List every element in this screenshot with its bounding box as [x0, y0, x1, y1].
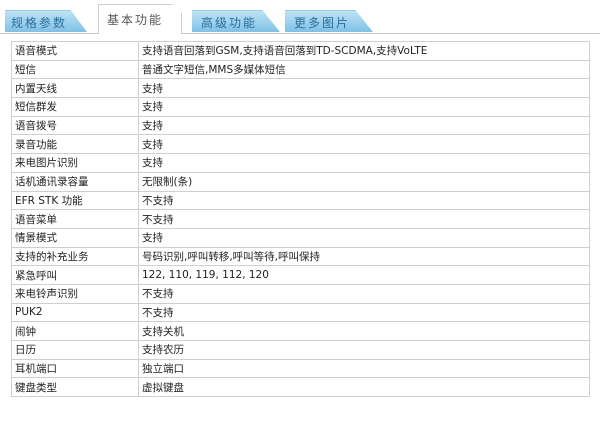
row-value: 支持语音回落到GSM,支持语音回落到TD-SCDMA,支持VoLTE [138, 41, 590, 61]
table-row: 紧急呼叫 122, 110, 119, 112, 120 [11, 265, 590, 285]
row-value: 支持 [138, 227, 590, 248]
row-value: 122, 110, 119, 112, 120 [138, 265, 590, 285]
row-value: 支持 [138, 134, 590, 155]
row-label: 键盘类型 [11, 377, 139, 398]
row-label: 短信群发 [11, 97, 139, 117]
table-row: PUK2 不支持 [11, 302, 590, 323]
row-label: 闹钟 [11, 321, 139, 341]
spec-table: 语音模式 支持语音回落到GSM,支持语音回落到TD-SCDMA,支持VoLTE 短信… [11, 41, 590, 398]
table-row: 话机通讯录容量 无限制(条) [11, 171, 590, 192]
row-value: 不支持 [138, 283, 590, 304]
table-row: 内置天线 支持 [11, 78, 590, 99]
row-value: 无限制(条) [138, 171, 590, 192]
row-label: PUK2 [11, 302, 139, 323]
table-row: 情景模式 支持 [11, 227, 590, 248]
row-label: 语音拨号 [11, 115, 139, 136]
row-value: 支持关机 [138, 321, 590, 341]
row-label: 支持的补充业务 [11, 246, 139, 267]
row-value: 支持 [138, 78, 590, 99]
table-row: 语音菜单 不支持 [11, 209, 590, 229]
table-row: 日历 支持农历 [11, 340, 590, 360]
row-value: 独立端口 [138, 358, 590, 379]
row-value: 普通文字短信,MMS多媒体短信 [138, 59, 590, 80]
row-value: 支持 [138, 97, 590, 117]
row-label: EFR STK 功能 [11, 190, 139, 211]
tab-specs[interactable]: 规格参数 [5, 10, 87, 32]
tab-basic-functions[interactable]: 基本功能 [98, 4, 182, 34]
table-row: 语音拨号 支持 [11, 115, 590, 136]
table-row: 耳机端口 独立端口 [11, 358, 590, 379]
row-label: 情景模式 [11, 227, 139, 248]
tab-more-pictures[interactable]: 更多图片 [285, 10, 373, 32]
row-value: 不支持 [138, 209, 590, 229]
row-label: 语音模式 [11, 41, 139, 61]
row-value: 不支持 [138, 302, 590, 323]
table-row: 录音功能 支持 [11, 134, 590, 155]
table-row: 支持的补充业务 号码识别,呼叫转移,呼叫等待,呼叫保持 [11, 246, 590, 267]
row-label: 来电图片识别 [11, 153, 139, 173]
table-row: 键盘类型 虚拟键盘 [11, 377, 590, 398]
row-label: 录音功能 [11, 134, 139, 155]
row-label: 短信 [11, 59, 139, 80]
row-label: 耳机端口 [11, 358, 139, 379]
row-label: 话机通讯录容量 [11, 171, 139, 192]
row-value: 不支持 [138, 190, 590, 211]
table-row: 来电图片识别 支持 [11, 153, 590, 173]
table-row: 短信群发 支持 [11, 97, 590, 117]
table-row: EFR STK 功能 不支持 [11, 190, 590, 211]
row-label: 日历 [11, 340, 139, 360]
table-row: 短信 普通文字短信,MMS多媒体短信 [11, 59, 590, 80]
row-value: 支持 [138, 153, 590, 173]
row-label: 语音菜单 [11, 209, 139, 229]
row-value: 支持农历 [138, 340, 590, 360]
table-row: 来电铃声识别 不支持 [11, 283, 590, 304]
table-row: 语音模式 支持语音回落到GSM,支持语音回落到TD-SCDMA,支持VoLTE [11, 41, 590, 61]
row-label: 紧急呼叫 [11, 265, 139, 285]
row-label: 内置天线 [11, 78, 139, 99]
row-value: 号码识别,呼叫转移,呼叫等待,呼叫保持 [138, 246, 590, 267]
tab-advanced-functions[interactable]: 高级功能 [192, 10, 280, 32]
row-label: 来电铃声识别 [11, 283, 139, 304]
row-value: 虚拟键盘 [138, 377, 590, 398]
table-row: 闹钟 支持关机 [11, 321, 590, 341]
tab-bar: 规格参数 基本功能 高级功能 更多图片 [0, 0, 600, 34]
row-value: 支持 [138, 115, 590, 136]
